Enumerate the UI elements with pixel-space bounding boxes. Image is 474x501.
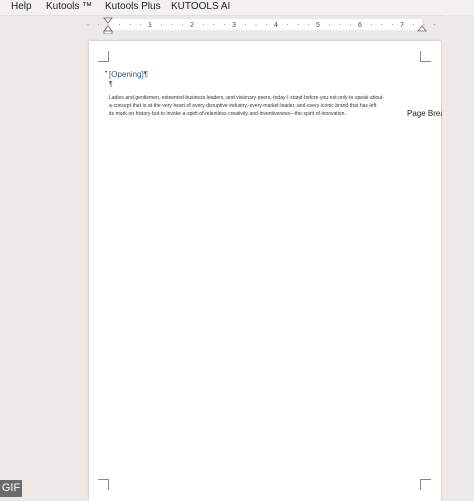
ruler-number-1: 1 xyxy=(148,22,152,29)
opening-heading[interactable]: [Opening]¶ xyxy=(109,70,148,79)
ruler-number-3: 3 xyxy=(232,22,236,29)
paragraph-mark-dot-icon: • xyxy=(105,70,108,76)
crop-mark-top-left xyxy=(98,51,109,62)
ruler-number-5: 5 xyxy=(316,22,320,29)
ruler-active-area xyxy=(108,19,422,30)
ruler-graphic: 1 2 3 4 5 6 7 xyxy=(87,17,435,34)
crop-mark-bottom-right xyxy=(420,479,431,490)
body-text-line[interactable]: its·mark·on·history·but·to·invoke·a·spir… xyxy=(109,111,347,117)
ruler-number-7: 7 xyxy=(400,22,404,29)
crop-mark-top-right xyxy=(420,51,431,62)
body-text-line[interactable]: Ladies·and·gentlemen,·esteemed·business·… xyxy=(109,95,384,101)
horizontal-ruler[interactable]: 1 2 3 4 5 6 7 xyxy=(0,16,474,34)
menu-kutools[interactable]: Kutools ™ xyxy=(46,0,92,13)
menu-kutools-plus[interactable]: Kutools Plus xyxy=(105,0,161,13)
right-margin-area xyxy=(442,15,474,497)
ruler-number-6: 6 xyxy=(358,22,362,29)
document-page[interactable]: • [Opening]¶ ¶ Ladies·and·gentlemen,·est… xyxy=(89,41,445,501)
empty-paragraph-mark[interactable]: ¶ xyxy=(109,81,113,88)
menu-help[interactable]: Help xyxy=(11,0,32,13)
menu-kutools-ai[interactable]: KUTOOLS AI xyxy=(171,0,230,13)
left-indent-marker xyxy=(103,30,113,34)
menu-bar: Help Kutools ™ Kutools Plus KUTOOLS AI xyxy=(0,0,474,16)
crop-mark-bottom-left xyxy=(98,479,109,490)
body-text-line[interactable]: a·concept·that·is·at·the·very·heart·of·e… xyxy=(109,103,378,109)
gif-badge: GIF xyxy=(0,480,22,497)
page-break-label[interactable]: Page Brea xyxy=(407,109,445,118)
ruler-number-4: 4 xyxy=(274,22,278,29)
ruler-number-2: 2 xyxy=(190,22,194,29)
